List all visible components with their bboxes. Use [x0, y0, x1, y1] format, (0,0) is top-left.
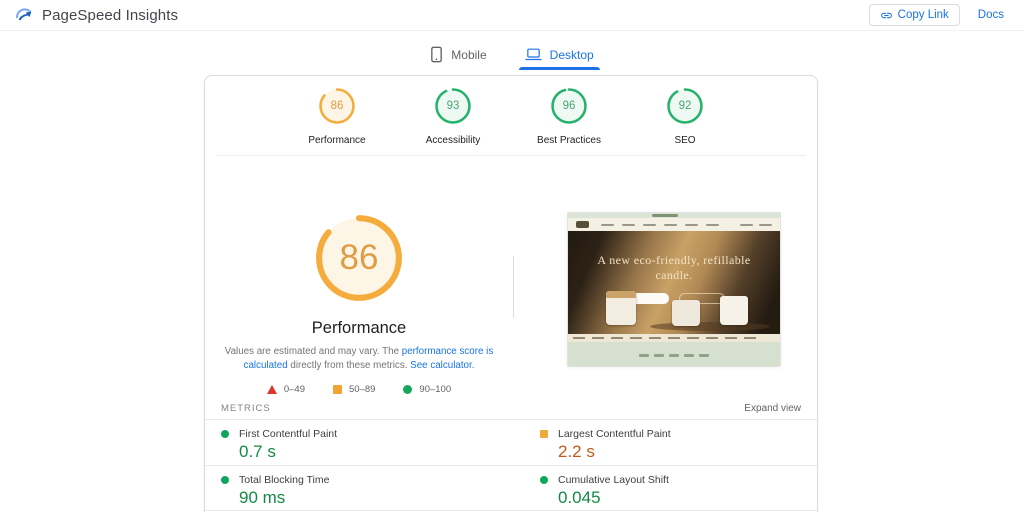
metrics-row-2: Total Blocking Time 90 ms Cumulative Lay… [205, 465, 817, 511]
copy-link-button[interactable]: Copy Link [868, 4, 960, 26]
metric-first-contentful-paint: First Contentful Paint 0.7 s [205, 420, 511, 465]
legend-range-label: 90–100 [419, 384, 452, 395]
legend-average-range: 50–89 [333, 384, 375, 395]
metric-total-blocking-time: Total Blocking Time 90 ms [205, 466, 511, 510]
tab-mobile[interactable]: Mobile [424, 40, 492, 69]
thumb-candle [606, 291, 636, 325]
expand-view-button[interactable]: Expand view [744, 403, 801, 414]
metric-status-square [540, 430, 548, 438]
metric-status-dot [221, 430, 229, 438]
seo-score-gauge: 92 [666, 87, 704, 125]
copy-link-label: Copy Link [897, 9, 949, 21]
legend-range-label: 0–49 [283, 384, 305, 395]
page-title: PageSpeed Insights [42, 6, 179, 24]
see-calculator-link[interactable]: See calculator. [410, 360, 474, 371]
score-legend: 0–49 50–89 90–100 [205, 384, 513, 395]
metric-cumulative-layout-shift: Cumulative Layout Shift 0.045 [511, 466, 817, 510]
summary-label: Accessibility [425, 135, 481, 146]
metrics-row-1: First Contentful Paint 0.7 s Largest Con… [205, 419, 817, 465]
metric-status-dot [221, 476, 229, 484]
performance-main-gauge: 86 [313, 212, 405, 304]
metrics-header: METRICS Expand view [205, 397, 817, 419]
best-practices-score-gauge: 96 [550, 87, 588, 125]
thumb-announcement-bar [568, 213, 780, 218]
device-tabbar: Mobile Desktop [0, 40, 1024, 70]
metrics-heading: METRICS [221, 402, 271, 414]
metric-value: 90 ms [239, 488, 286, 507]
disclaimer-text: Values are estimated and may vary. The [224, 346, 402, 357]
thumb-ticker-strip [568, 334, 780, 342]
tab-desktop-label: Desktop [549, 47, 594, 62]
tab-desktop[interactable]: Desktop [518, 40, 600, 70]
performance-heading: Performance [311, 319, 407, 337]
docs-link[interactable]: Docs [978, 9, 1004, 21]
legend-range-label: 50–89 [349, 384, 376, 395]
thumb-hero-headline: A new eco-friendly, refillable candle. [597, 253, 751, 282]
metric-value: 0.045 [558, 488, 601, 507]
pass-circle-icon [403, 385, 413, 394]
thumb-candle [720, 296, 748, 325]
thumb-candle [672, 300, 700, 326]
metric-value: 0.7 s [239, 442, 276, 461]
thumb-navbar [568, 218, 780, 231]
disclaimer-text: directly from these metrics. [287, 360, 411, 371]
summary-seo[interactable]: 92 SEO [647, 87, 723, 146]
accessibility-score-gauge: 93 [434, 87, 472, 125]
score-disclaimer: Values are estimated and may vary. The p… [221, 345, 497, 373]
summary-best-practices[interactable]: 96 Best Practices [531, 87, 607, 146]
mobile-phone-icon [431, 46, 443, 63]
thumb-pill [652, 214, 678, 217]
summary-performance[interactable]: 86 Performance [299, 87, 375, 146]
metric-label: Cumulative Layout Shift [558, 474, 669, 486]
performance-section: 86 Performance Values are estimated and … [205, 156, 817, 397]
thumb-site-logo [576, 221, 589, 228]
thumb-footer-strip [568, 342, 780, 366]
legend-fail-range: 0–49 [266, 384, 305, 395]
metric-largest-contentful-paint: Largest Contentful Paint 2.2 s [511, 420, 817, 465]
thumb-wooden-board [650, 322, 770, 331]
pagespeed-logo-icon [15, 8, 32, 21]
fail-triangle-icon [266, 385, 277, 394]
thumb-nav-links [601, 223, 740, 226]
active-tab-indicator [518, 67, 600, 70]
summary-label: Best Practices [537, 135, 601, 146]
legend-pass-range: 90–100 [403, 384, 451, 395]
metric-value: 2.2 s [558, 442, 595, 461]
pagespeed-insights-page: PageSpeed Insights Copy Link Docs Mobile… [0, 0, 1024, 512]
performance-gauge-column: 86 Performance Values are estimated and … [205, 156, 513, 395]
summary-label: SEO [674, 135, 696, 146]
performance-score-gauge: 86 [318, 87, 356, 125]
average-square-icon [333, 385, 342, 394]
metric-label: First Contentful Paint [239, 428, 338, 440]
metric-label: Largest Contentful Paint [558, 428, 671, 440]
link-icon [880, 12, 892, 18]
tab-mobile-label: Mobile [451, 47, 487, 62]
page-screenshot-thumbnail: A new eco-friendly, refillable candle. [567, 212, 781, 367]
summary-accessibility[interactable]: 93 Accessibility [415, 87, 491, 146]
report-card: 86 Performance 93 Accessibility 96 Best … [204, 75, 818, 512]
category-score-summary: 86 Performance 93 Accessibility 96 Best … [205, 76, 817, 155]
column-divider [513, 256, 514, 318]
desktop-laptop-icon [525, 48, 542, 61]
app-header: PageSpeed Insights Copy Link Docs [0, 0, 1024, 31]
metric-status-dot [540, 476, 548, 484]
metric-label: Total Blocking Time [239, 474, 330, 486]
thumb-nav-actions [740, 223, 772, 226]
thumb-hero-image: A new eco-friendly, refillable candle. [568, 231, 780, 334]
summary-label: Performance [308, 135, 366, 146]
